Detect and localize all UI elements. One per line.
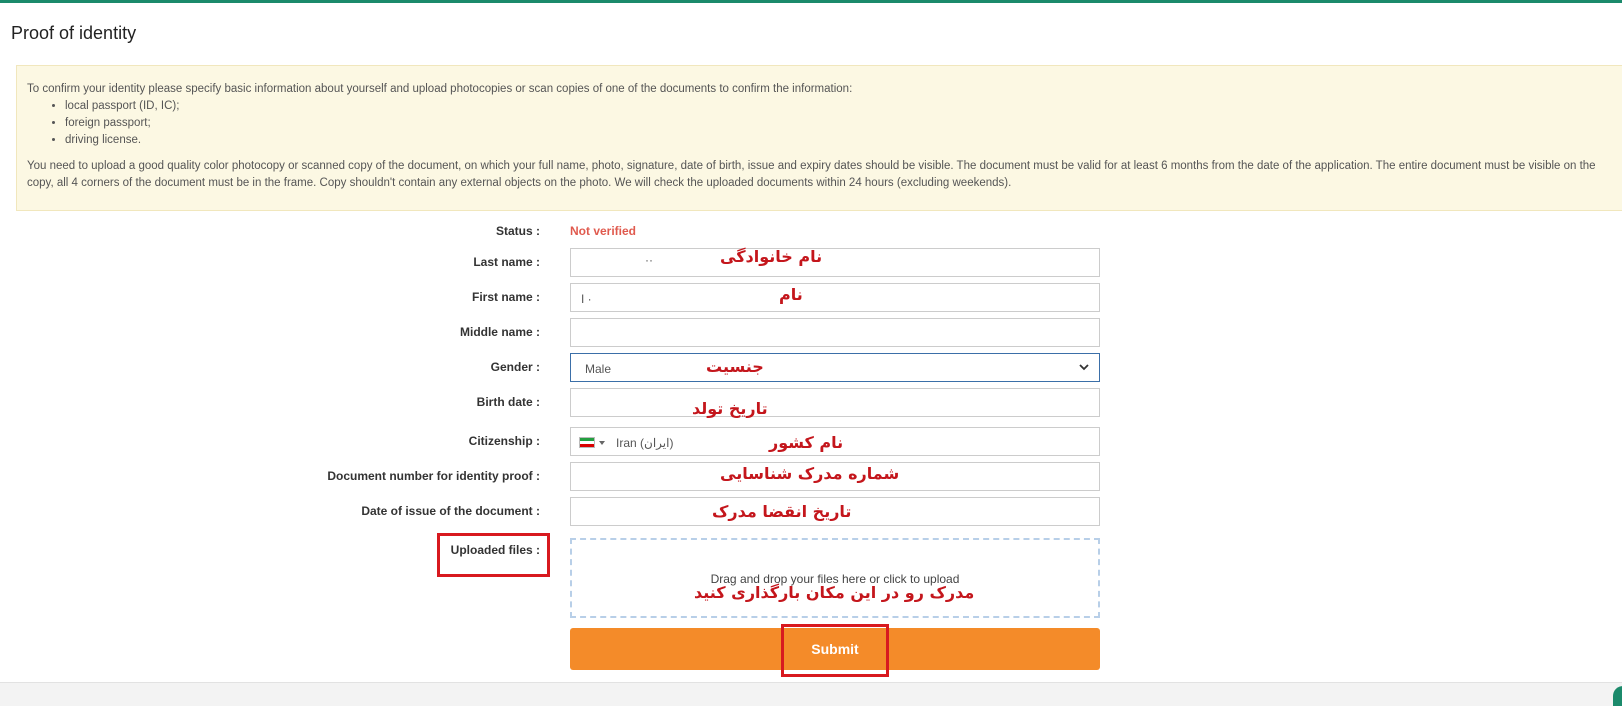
document-list-item: foreign passport; <box>65 115 179 132</box>
first-name-input[interactable]: I · <box>570 283 1100 312</box>
gender-value: Male <box>585 362 612 376</box>
annotation-gender: جنسیت <box>706 357 764 376</box>
caret-down-icon[interactable] <box>599 441 605 445</box>
birth-date-label: Birth date : <box>476 395 540 409</box>
annotation-document-number: شماره مدرک شناسایی <box>720 464 900 483</box>
annotation-birth-date: تاریخ تولد <box>692 399 768 418</box>
annotation-last-name: نام خانوادگی <box>720 247 823 266</box>
status-badge: Not verified <box>570 224 637 238</box>
citizenship-label: Citizenship : <box>468 434 540 448</box>
proof-of-identity-panel: Proof of identity To confirm your identi… <box>0 0 1622 683</box>
status-label: Status : <box>495 224 540 238</box>
last-name-label: Last name : <box>473 255 540 269</box>
corner-widget[interactable] <box>1613 686 1622 706</box>
page-title: Proof of identity <box>11 23 137 43</box>
highlight-uploaded-files <box>437 533 550 577</box>
document-list-item: local passport (ID, IC); <box>65 98 179 115</box>
annotation-upload: مدرک رو در این مکان بارگذاری کنید <box>694 583 975 602</box>
highlight-submit <box>781 624 889 677</box>
file-dropzone[interactable]: Drag and drop your files here or click t… <box>570 538 1100 618</box>
chevron-down-icon <box>1079 364 1089 371</box>
annotation-issue-date: تاریخ انقضا مدرک <box>712 502 852 521</box>
document-list: local passport (ID, IC); foreign passpor… <box>45 98 179 149</box>
annotation-first-name: نام <box>779 285 803 304</box>
issue-date-label: Date of issue of the document : <box>361 504 540 518</box>
first-name-value: I · <box>581 292 592 306</box>
notice-body: You need to upload a good quality color … <box>27 160 1596 189</box>
citizenship-value: Iran (‫ایران‬‎) <box>616 436 674 450</box>
notice-intro: To confirm your identity please specify … <box>27 83 853 95</box>
document-number-label: Document number for identity proof : <box>327 469 540 483</box>
first-name-label: First name : <box>471 290 540 304</box>
middle-name-input[interactable] <box>570 318 1100 347</box>
gender-select[interactable]: Male <box>570 353 1100 382</box>
annotation-citizenship: نام کشور <box>769 433 844 452</box>
last-name-input[interactable]: ·· <box>570 248 1100 277</box>
document-list-item: driving license. <box>65 132 179 149</box>
info-notice: To confirm your identity please specify … <box>16 65 1622 211</box>
last-name-value: ·· <box>645 253 653 267</box>
birth-date-input[interactable] <box>570 388 1100 417</box>
iran-flag-icon <box>579 437 595 448</box>
gender-label: Gender : <box>490 360 540 374</box>
middle-name-label: Middle name : <box>459 325 540 339</box>
